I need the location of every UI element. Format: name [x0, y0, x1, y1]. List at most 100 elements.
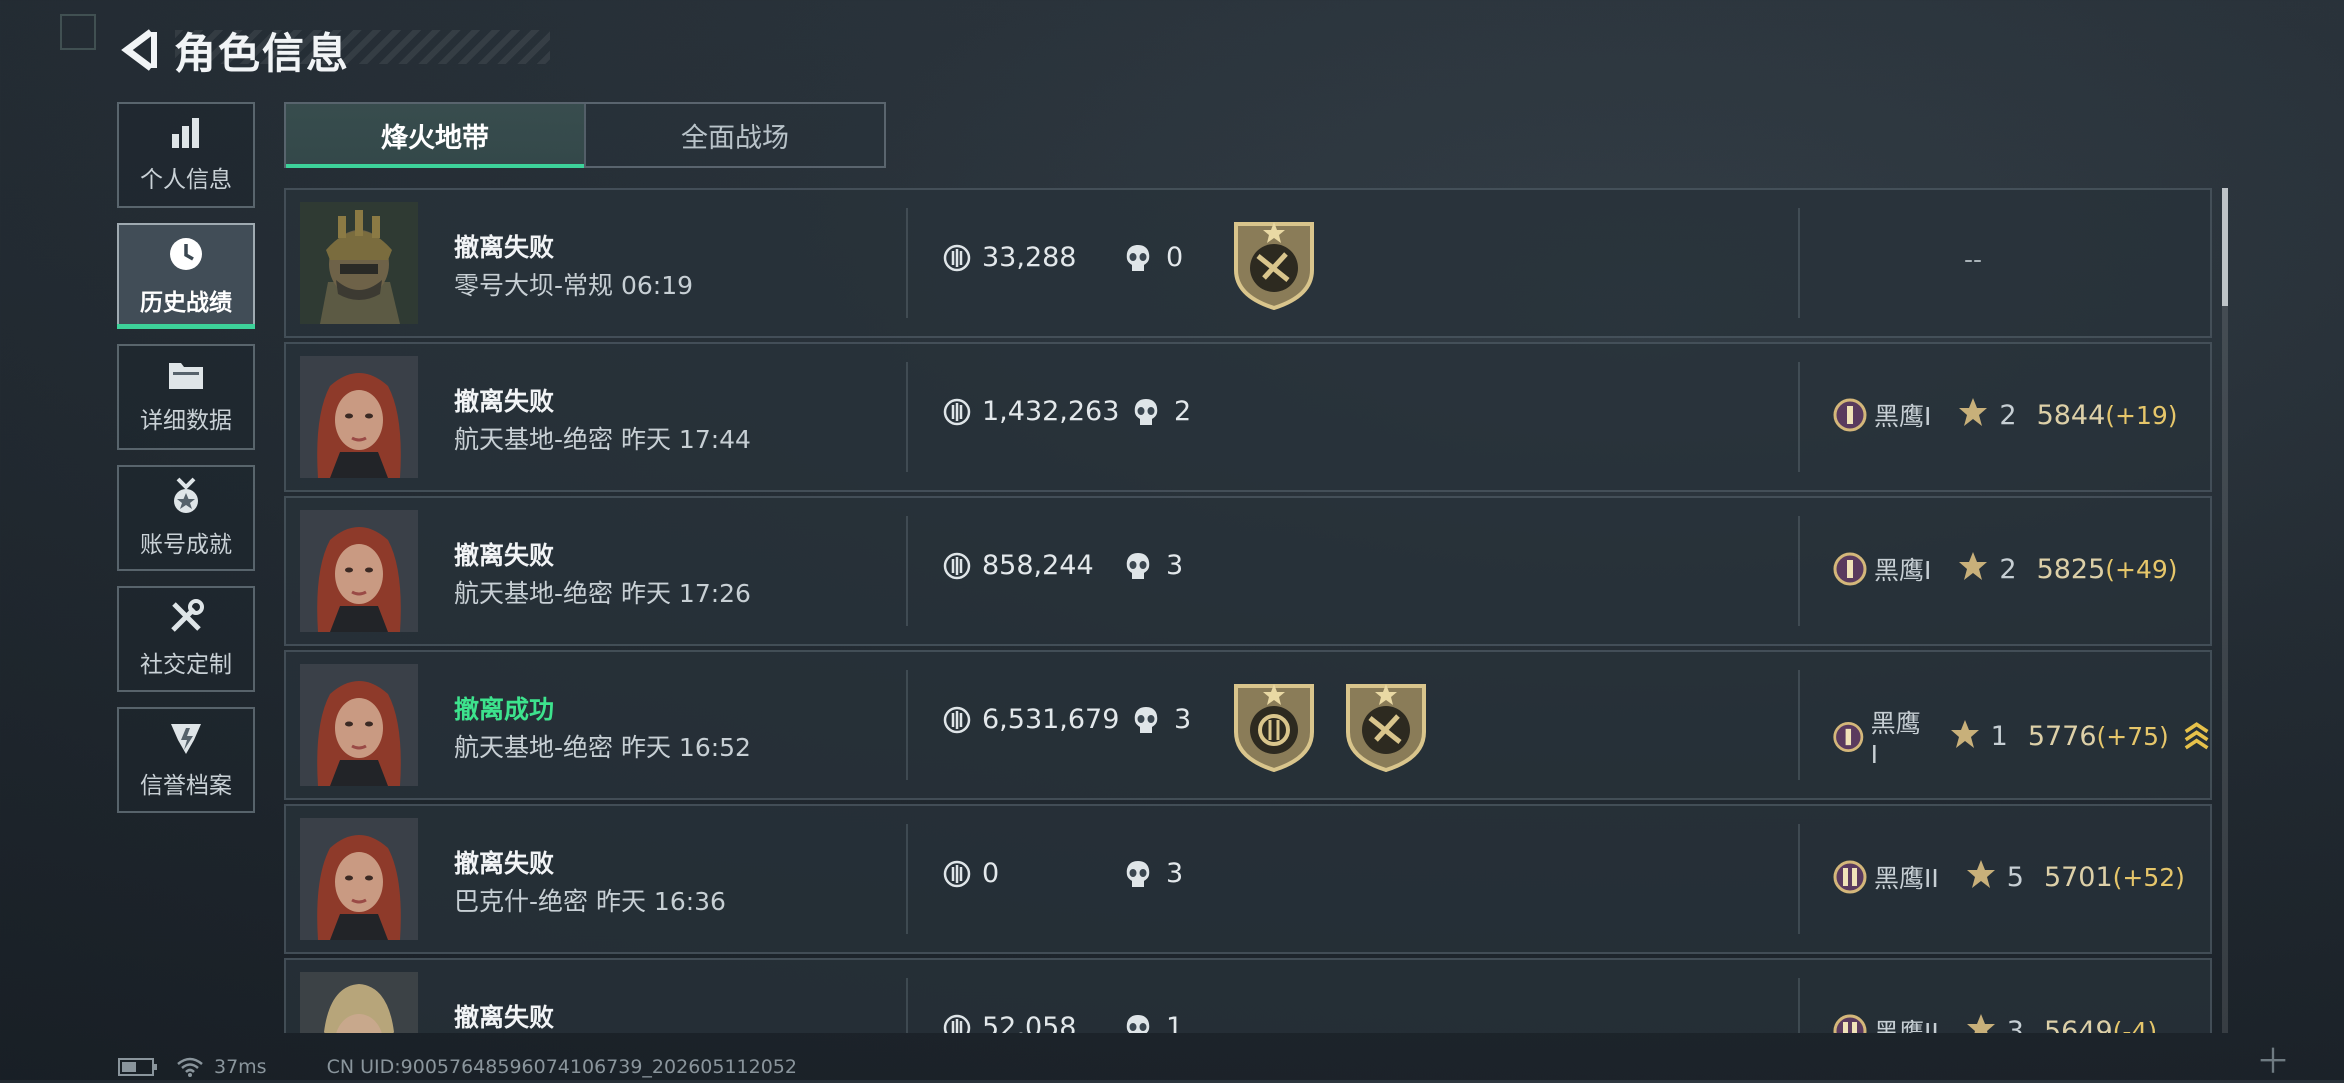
star-icon — [1957, 550, 1989, 588]
value-stat: 858,244 — [942, 550, 1094, 581]
clock-icon — [170, 238, 202, 270]
folder-icon — [169, 363, 203, 389]
rank-empty: -- — [1964, 245, 1983, 274]
value-stat: 6,531,679 — [942, 704, 1119, 735]
match-map-time: 航天基地-绝密 昨天 17:44 — [454, 425, 751, 454]
operator-avatar — [300, 356, 418, 478]
kills-count: 1 — [1166, 1012, 1184, 1033]
star-count: 2 — [1999, 553, 2017, 585]
nav-item-label: 历史战绩 — [140, 290, 232, 316]
star-icon — [1949, 718, 1981, 756]
match-row[interactable]: 撤离失败 航天基地-绝密 昨天 17:26 858,244 3 黑鹰I 2 58… — [284, 496, 2212, 646]
value-amount: 52,058 — [982, 1012, 1077, 1033]
plus-icon: ＋ — [2256, 1042, 2290, 1082]
page-title: 角色信息 — [174, 28, 351, 78]
value-amount: 858,244 — [982, 550, 1094, 581]
value-stat: 33,288 — [942, 242, 1076, 273]
match-row[interactable]: 撤离成功 航天基地-绝密 昨天 16:52 6,531,679 3 黑鹰I 1 … — [284, 650, 2212, 800]
side-nav: 个人信息 历史战绩 详细数据 账号成就 社交定制 信誉档案 — [117, 102, 255, 828]
scrollbar-thumb[interactable] — [2222, 188, 2228, 306]
bar-chart-icon — [172, 118, 199, 148]
nav-item-credit-archive[interactable]: 信誉档案 — [117, 707, 255, 813]
nav-item-label: 详细数据 — [140, 408, 232, 434]
corner-marker — [60, 14, 96, 50]
divider — [906, 362, 908, 472]
nav-item-match-history[interactable]: 历史战绩 — [117, 223, 255, 329]
skull-icon — [1126, 860, 1150, 887]
nav-item-label: 个人信息 — [140, 167, 232, 193]
coin-icon — [943, 860, 971, 887]
value-amount: 0 — [982, 858, 1000, 889]
match-row[interactable]: 撤离失败 52,058 1 黑鹰II 3 5649 (-4) — [284, 958, 2212, 1033]
rank-info: 黑鹰I 2 5825 (+49) — [1832, 550, 2178, 588]
rank-info: 黑鹰II 3 5649 (-4) — [1832, 1012, 2157, 1033]
rank-score: 5825 — [2036, 553, 2106, 585]
rank-info: 黑鹰I 2 5844 (+19) — [1832, 396, 2178, 434]
coin-icon — [943, 244, 971, 271]
rank-emblem-icon — [1833, 1014, 1867, 1033]
tools-icon — [171, 599, 204, 632]
match-row[interactable]: 撤离失败 巴克什-绝密 昨天 16:36 0 3 黑鹰II 5 5701 (+5… — [284, 804, 2212, 954]
rank-score: 5776 — [2027, 721, 2097, 752]
kills-stat: 3 — [1124, 858, 1183, 889]
skull-icon — [1134, 706, 1158, 733]
kills-count: 3 — [1166, 550, 1184, 581]
star-icon — [1965, 1012, 1997, 1033]
kills-stat: 3 — [1124, 550, 1183, 581]
back-button[interactable] — [118, 24, 164, 76]
rank-emblem-icon — [1833, 860, 1867, 894]
match-row[interactable]: 撤离失败 零号大坝-常规 06:19 33,288 0 -- — [284, 188, 2212, 338]
ping-value: 37ms — [214, 1056, 267, 1078]
match-status: 撤离失败 — [454, 849, 555, 878]
rank-score: 5649 — [2043, 1015, 2113, 1034]
wifi-icon — [177, 1057, 203, 1077]
match-row[interactable]: 撤离失败 航天基地-绝密 昨天 17:44 1,432,263 2 黑鹰I 2 … — [284, 342, 2212, 492]
rank-emblem-icon — [1833, 552, 1867, 586]
nav-item-social-custom[interactable]: 社交定制 — [117, 586, 255, 692]
divider — [1798, 208, 1800, 318]
list-scrollbar[interactable] — [2222, 188, 2228, 1033]
score-delta: (+52) — [2112, 862, 2185, 892]
kills-count: 2 — [1174, 396, 1192, 427]
divider — [1798, 824, 1800, 934]
star-count: 1 — [1990, 721, 2008, 752]
star-count: 5 — [2006, 861, 2024, 893]
rank-name: 黑鹰II — [1874, 1018, 1939, 1033]
page-header: 角色信息 — [118, 20, 350, 80]
value-stat: 52,058 — [942, 1012, 1076, 1033]
tab-fenghuo[interactable]: 烽火地带 — [286, 104, 584, 168]
match-map-time: 零号大坝-常规 06:19 — [454, 271, 694, 300]
divider — [1798, 362, 1800, 472]
match-history-list: 撤离失败 零号大坝-常规 06:19 33,288 0 -- 撤离失败 航天基地… — [284, 188, 2212, 1033]
nav-item-detail-data[interactable]: 详细数据 — [117, 344, 255, 450]
medal-icon — [174, 477, 198, 513]
operator-avatar — [300, 510, 418, 632]
match-status: 撤离失败 — [454, 233, 555, 262]
star-icon — [1965, 858, 1997, 896]
skull-icon — [1126, 1014, 1150, 1033]
nav-item-achievements[interactable]: 账号成就 — [117, 465, 255, 571]
status-footer: 37ms CN UID:9005764859607410673​9_202605… — [118, 1056, 797, 1078]
coin-icon — [943, 552, 971, 579]
nav-item-label: 账号成就 — [140, 532, 232, 558]
divider — [1798, 670, 1800, 780]
operator-avatar — [300, 972, 418, 1033]
rank-info: 黑鹰I 1 5776 (+75) — [1832, 704, 2210, 769]
kills-stat: 0 — [1124, 242, 1183, 273]
skull-icon — [1126, 244, 1150, 271]
rank-emblem-icon — [1833, 398, 1867, 432]
match-status: 撤离失败 — [454, 541, 555, 570]
player-uid: CN UID:9005764859607410673​9_20260511205… — [326, 1056, 797, 1078]
rank-score: 5701 — [2043, 861, 2113, 893]
value-amount: 33,288 — [982, 242, 1077, 273]
divider — [906, 978, 908, 1033]
star-count: 2 — [1999, 399, 2017, 431]
score-delta: (+49) — [2105, 554, 2178, 584]
back-arrow-icon — [121, 29, 157, 71]
rank-emblem-icon — [1833, 721, 1864, 752]
coin-shield-badge — [1234, 684, 1314, 772]
divider — [906, 516, 908, 626]
nav-item-personal-info[interactable]: 个人信息 — [117, 102, 255, 208]
tab-quanmian[interactable]: 全面战场 — [584, 104, 884, 166]
kills-stat: 1 — [1124, 1012, 1183, 1033]
